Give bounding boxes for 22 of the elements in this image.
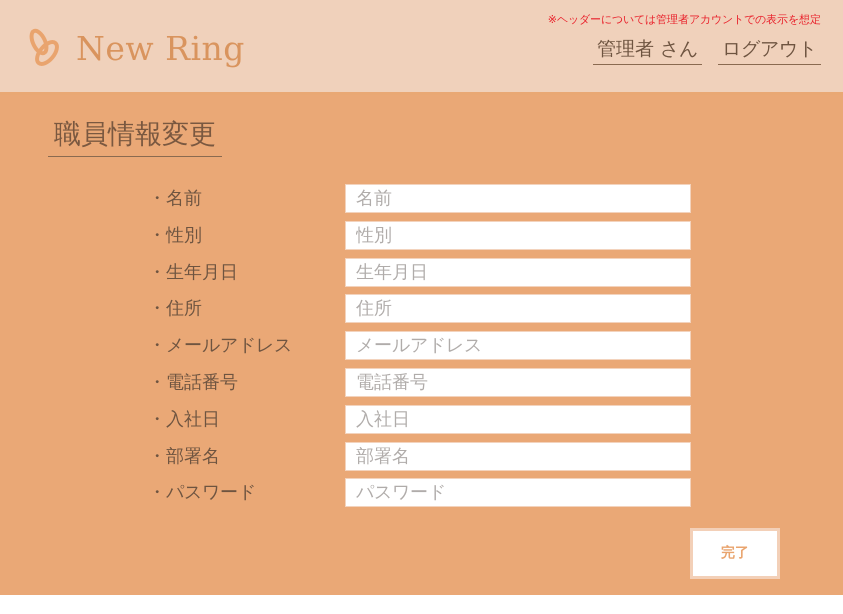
input-field[interactable]: 住所: [345, 294, 691, 324]
field-label: ・入社日: [148, 408, 221, 432]
rings-logo-icon: [28, 28, 60, 68]
input-field[interactable]: 生年月日: [345, 258, 691, 287]
field-label: ・性別: [148, 224, 203, 248]
user-link[interactable]: 管理者 さん: [592, 37, 702, 65]
input-field[interactable]: 部署名: [345, 442, 691, 471]
field-label: ・名前: [148, 187, 203, 212]
input-field[interactable]: 入社日: [345, 404, 691, 434]
field-label: ・部署名: [148, 444, 221, 469]
logout-link[interactable]: ログアウト: [718, 37, 821, 65]
input-field[interactable]: 電話番号: [345, 368, 691, 398]
input-field[interactable]: メールアドレス: [345, 331, 691, 360]
field-label: ・生年月日: [148, 260, 239, 285]
header-note: ※ヘッダーについては管理者アカウントでの表示を想定: [548, 14, 821, 25]
field-label: ・パスワード: [148, 481, 257, 506]
field-label: ・住所: [148, 297, 203, 322]
page-title: 職員情報変更: [48, 117, 222, 158]
field-label: ・電話番号: [148, 371, 239, 396]
input-field[interactable]: 名前: [345, 184, 691, 214]
field-label: ・メールアドレス: [148, 334, 293, 358]
input-field[interactable]: パスワード: [345, 478, 691, 508]
